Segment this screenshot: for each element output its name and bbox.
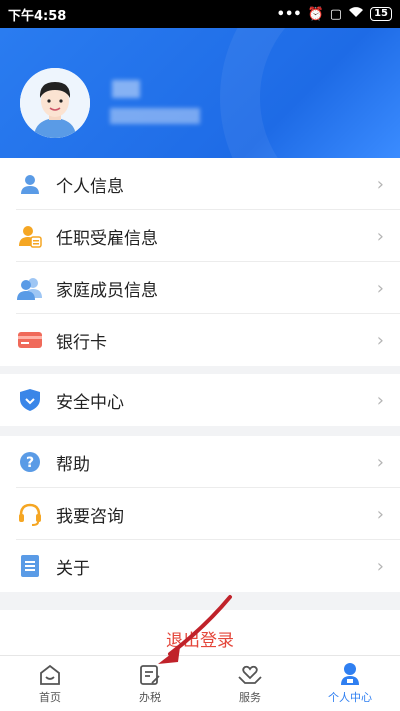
bottom-tab-bar: 首页 办税 服务 个人中心 xyxy=(0,655,400,711)
status-time: 下午4:58 xyxy=(8,8,67,24)
menu-item-label: 安全中心 xyxy=(56,392,124,413)
chevron-right-icon: › xyxy=(376,173,384,195)
menu-item-label: 家庭成员信息 xyxy=(56,280,158,301)
menu-item-label: 我要咨询 xyxy=(56,506,124,527)
menu-item-label: 个人信息 xyxy=(56,176,124,197)
battery-icon: 15 xyxy=(370,7,392,21)
menu-item-label: 关于 xyxy=(56,558,90,579)
menu-group-help: ? 帮助 › 我要咨询 › 关于 › xyxy=(0,436,400,592)
menu-item-about[interactable]: 关于 › xyxy=(0,540,400,592)
profile-header xyxy=(0,28,400,158)
menu-item-consult[interactable]: 我要咨询 › xyxy=(0,488,400,540)
person-icon xyxy=(16,170,44,198)
tab-service[interactable]: 服务 xyxy=(200,656,300,711)
logout-button[interactable]: 退出登录 xyxy=(0,626,400,651)
tab-label: 服务 xyxy=(239,691,261,704)
tax-doc-icon xyxy=(140,665,160,685)
menu-item-label: 帮助 xyxy=(56,454,90,475)
menu-item-label: 任职受雇信息 xyxy=(56,228,158,249)
headset-icon xyxy=(16,500,44,528)
menu-item-bank-card[interactable]: 银行卡 › xyxy=(0,314,400,366)
status-icons: ••• ⏰ ▢ 15 xyxy=(277,6,392,22)
logout-area: 退出登录 xyxy=(0,610,400,655)
bank-card-icon xyxy=(16,326,44,354)
employment-icon xyxy=(16,222,44,250)
menu-item-family-info[interactable]: 家庭成员信息 › xyxy=(0,262,400,314)
tab-label: 首页 xyxy=(39,691,61,704)
person-center-icon xyxy=(341,663,359,685)
chevron-right-icon: › xyxy=(376,503,384,525)
decorative-ring xyxy=(220,28,400,158)
chevron-right-icon: › xyxy=(376,329,384,351)
shield-icon xyxy=(16,386,44,414)
menu-item-security-center[interactable]: 安全中心 › xyxy=(0,374,400,426)
status-bar: 下午4:58 ••• ⏰ ▢ 15 xyxy=(0,0,400,28)
tab-label: 办税 xyxy=(139,691,161,704)
question-icon: ? xyxy=(16,448,44,476)
family-icon xyxy=(16,274,44,302)
avatar[interactable] xyxy=(20,68,90,138)
tab-tax[interactable]: 办税 xyxy=(100,656,200,711)
chevron-right-icon: › xyxy=(376,451,384,473)
menu-group-personal: 个人信息 › 任职受雇信息 › 家庭成员信息 › 银行卡 › xyxy=(0,158,400,366)
heart-hand-icon xyxy=(238,665,262,684)
dots-icon: ••• xyxy=(276,6,302,22)
chevron-right-icon: › xyxy=(376,277,384,299)
chevron-right-icon: › xyxy=(376,555,384,577)
sim-icon: ▢ xyxy=(329,6,343,22)
avatar-illustration-icon xyxy=(20,68,90,138)
home-icon xyxy=(40,664,60,685)
chevron-right-icon: › xyxy=(376,389,384,411)
alarm-icon: ⏰ xyxy=(307,6,324,22)
blurred-name xyxy=(112,80,140,98)
tab-personal-center[interactable]: 个人中心 xyxy=(300,656,400,711)
document-icon xyxy=(16,552,44,580)
tab-home[interactable]: 首页 xyxy=(0,656,100,711)
menu-item-personal-info[interactable]: 个人信息 › xyxy=(0,158,400,210)
menu-item-help[interactable]: ? 帮助 › xyxy=(0,436,400,488)
wifi-icon xyxy=(348,6,364,22)
menu-group-security: 安全中心 › xyxy=(0,374,400,426)
chevron-right-icon: › xyxy=(376,225,384,247)
menu-item-employment-info[interactable]: 任职受雇信息 › xyxy=(0,210,400,262)
blurred-id xyxy=(110,108,200,124)
tab-label: 个人中心 xyxy=(328,691,372,704)
menu-item-label: 银行卡 xyxy=(56,332,107,353)
svg-text:?: ? xyxy=(26,455,34,471)
